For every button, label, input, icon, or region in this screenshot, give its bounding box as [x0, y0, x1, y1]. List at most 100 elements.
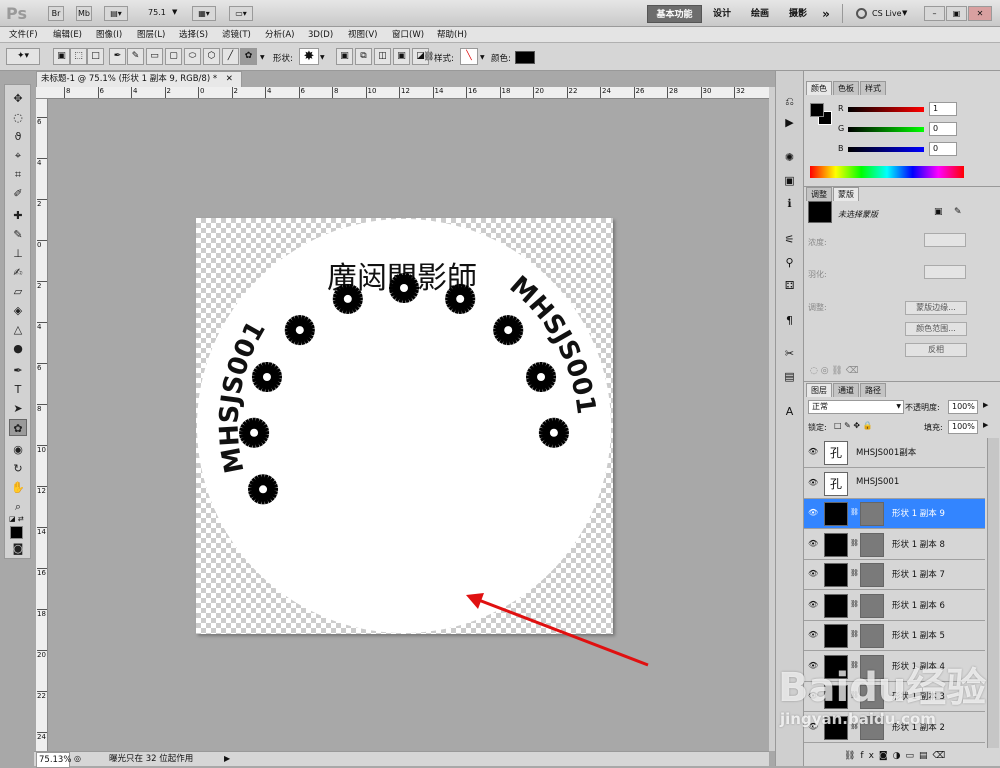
tab-paths[interactable]: 路径 [860, 383, 886, 397]
shape-layers-button[interactable]: ▣ [53, 48, 70, 65]
opacity-arrow-icon[interactable]: ▶ [983, 401, 988, 409]
clone-source-icon[interactable]: ▣ [781, 172, 798, 189]
mini-bridge-button[interactable]: Mb [76, 6, 92, 21]
color-range-button[interactable]: 颜色范围... [905, 322, 967, 336]
custom-shape-tool-icon[interactable]: ✿ [9, 419, 27, 436]
g-slider[interactable] [848, 127, 924, 132]
menu-image[interactable]: 图像(I) [93, 28, 125, 42]
3d-orbit-icon[interactable]: ↻ [9, 460, 27, 477]
tab-layers[interactable]: 图层 [806, 383, 832, 397]
bridge-button[interactable]: Br [48, 6, 64, 21]
menu-help[interactable]: 帮助(H) [434, 28, 470, 42]
more-workspaces-button[interactable]: » [818, 5, 834, 23]
brush-tool-icon[interactable]: ✎ [9, 226, 27, 243]
paths-button[interactable]: ⬚ [70, 48, 87, 65]
fill-field[interactable]: 100% [948, 420, 978, 434]
subtract-area-icon[interactable]: ◫ [374, 48, 391, 65]
quick-select-tool-icon[interactable]: ⌖ [9, 147, 27, 164]
tab-masks[interactable]: 蒙版 [833, 187, 859, 201]
link-icon[interactable]: ⛓ [850, 508, 859, 516]
menu-view[interactable]: 视图(V) [345, 28, 380, 42]
layer-row[interactable]: 👁 孔 MHSJS001 [804, 468, 985, 499]
fg-color-swatch[interactable] [810, 103, 824, 117]
lasso-tool-icon[interactable]: ϑ [9, 128, 27, 145]
character-panel-icon[interactable]: ✂ [781, 345, 798, 362]
opacity-field[interactable]: 100% [948, 400, 978, 414]
layers-footer-icons[interactable]: ⛓fx◙◑▭▤⌫ [844, 751, 950, 761]
document-tab[interactable]: 未标题-1 @ 75.1% (形状 1 副本 9, RGB/8) * ✕ [36, 71, 242, 87]
eye-icon[interactable]: 👁 [808, 478, 818, 487]
vector-mask-icon[interactable]: ✎ [954, 207, 962, 217]
move-tool-icon[interactable]: ✥ [9, 90, 27, 107]
3d-rotate-icon[interactable]: ◉ [9, 441, 27, 458]
tab-swatches[interactable]: 色板 [833, 81, 859, 95]
link-icon[interactable]: ⛓ [850, 630, 859, 638]
eye-icon[interactable]: 👁 [808, 569, 818, 578]
link-icon[interactable]: ⛓ [423, 52, 434, 62]
eraser-tool-icon[interactable]: ▱ [9, 283, 27, 300]
layers-scrollbar[interactable] [987, 438, 999, 748]
mask-edge-button[interactable]: 蒙版边缘... [905, 301, 967, 315]
layer-row[interactable]: 👁 孔 MHSJS001副本 [804, 438, 985, 468]
intersect-area-icon[interactable]: ▣ [393, 48, 410, 65]
r-slider[interactable] [848, 107, 924, 112]
tab-adjustments[interactable]: 调整 [806, 187, 832, 201]
shape-picker[interactable]: ✸ [299, 48, 319, 65]
color-swatch[interactable] [515, 51, 535, 64]
layer-row[interactable]: 👁 ⛓ 形状 1 副本 6 [804, 590, 985, 621]
r-value[interactable]: 1 [929, 102, 957, 116]
tab-styles[interactable]: 样式 [860, 81, 886, 95]
healing-brush-icon[interactable]: ✚ [9, 207, 27, 224]
cs-live-button[interactable]: CS Live [872, 9, 902, 18]
blend-mode-select[interactable]: 正常 ▼ [808, 400, 904, 414]
g-value[interactable]: 0 [929, 122, 957, 136]
close-button[interactable]: ✕ [968, 6, 992, 21]
type-tool-icon[interactable]: T [9, 381, 27, 398]
notes-panel-icon[interactable]: ▤ [781, 368, 798, 385]
layer-row[interactable]: 👁 ⛓ 形状 1 副本 7 [804, 560, 985, 590]
menu-filter[interactable]: 滤镜(T) [219, 28, 254, 42]
style-picker[interactable]: ╲ [460, 48, 478, 65]
workspace-painting[interactable]: 绘画 [744, 5, 776, 23]
history-panel-icon[interactable]: ⎌ [781, 93, 798, 110]
eye-icon[interactable]: 👁 [808, 447, 818, 456]
pixel-mask-icon[interactable]: ▣ [934, 207, 943, 217]
menu-layer[interactable]: 图层(L) [134, 28, 168, 42]
blur-tool-icon[interactable]: △ [9, 321, 27, 338]
status-menu-arrow-icon[interactable]: ▶ [224, 752, 230, 766]
polygon-icon[interactable]: ⬡ [203, 48, 220, 65]
density-field[interactable] [924, 233, 966, 247]
crop-tool-icon[interactable]: ⌗ [9, 166, 27, 183]
fill-pixels-button[interactable]: □ [87, 48, 104, 65]
brushes-panel-icon[interactable]: ✺ [781, 149, 798, 166]
measure-panel-icon[interactable]: ⚃ [781, 277, 798, 294]
dodge-tool-icon[interactable]: ● [9, 340, 27, 357]
link-icon[interactable]: ⛓ [850, 600, 859, 608]
info-panel-icon[interactable]: ℹ [781, 195, 798, 212]
zoom-tool-icon[interactable]: ⌕ [9, 498, 27, 515]
pen-tool-icon[interactable]: ✒ [9, 362, 27, 379]
rounded-rectangle-icon[interactable]: ▢ [165, 48, 182, 65]
eye-icon[interactable]: 👁 [808, 539, 818, 548]
view-extras-button[interactable]: ▤▾ [104, 6, 128, 21]
actions-panel-icon[interactable]: ▶ [781, 114, 798, 131]
layer-row[interactable]: 👁 ⛓ 形状 1 副本 9 [804, 499, 985, 529]
ellipse-icon[interactable]: ⬭ [184, 48, 201, 65]
fill-arrow-icon[interactable]: ▶ [983, 421, 988, 429]
history-brush-icon[interactable]: ✍ [9, 264, 27, 281]
menu-analysis[interactable]: 分析(A) [262, 28, 297, 42]
path-select-icon[interactable]: ➤ [9, 400, 27, 417]
paragraph-panel-icon[interactable]: ¶ [781, 312, 798, 329]
menu-window[interactable]: 窗口(W) [389, 28, 427, 42]
pen-tool-icon[interactable]: ✒ [109, 48, 126, 65]
mask-footer-icons[interactable]: ◌ ◎ ⛓ ⌫ [810, 366, 858, 376]
workspace-essentials[interactable]: 基本功能 [647, 5, 702, 23]
status-icon[interactable]: ◎ [74, 752, 81, 766]
foreground-color[interactable] [10, 526, 23, 539]
line-icon[interactable]: ╱ [222, 48, 239, 65]
screen-mode-button[interactable]: ▭▾ [229, 6, 253, 21]
layer-row[interactable]: 👁 ⛓ 形状 1 副本 5 [804, 621, 985, 651]
custom-shape-icon[interactable]: ✿ [240, 48, 257, 65]
minimize-button[interactable]: – [924, 6, 945, 21]
workspace-photography[interactable]: 摄影 [782, 5, 814, 23]
